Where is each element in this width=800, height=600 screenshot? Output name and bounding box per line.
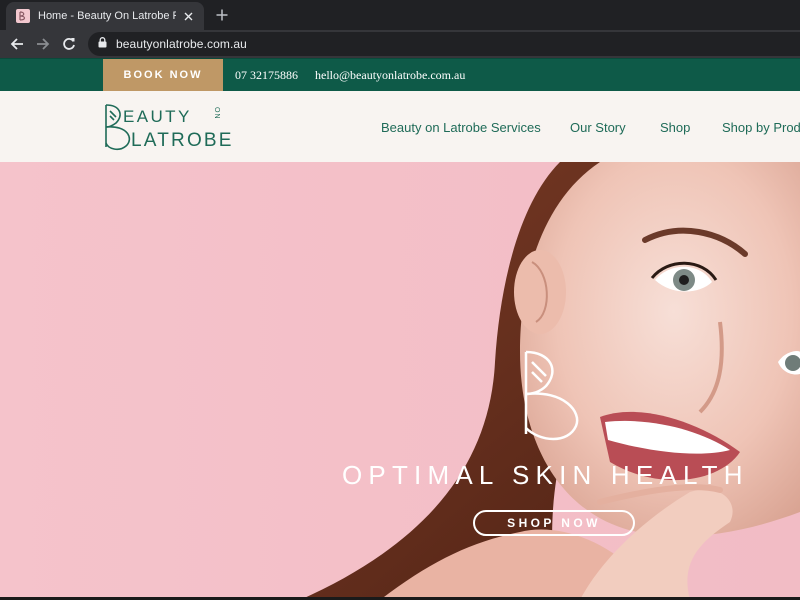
url-text: beautyonlatrobe.com.au xyxy=(116,37,247,51)
site-logo[interactable]: EAUTY ON LATROBE xyxy=(104,103,249,151)
reload-icon[interactable] xyxy=(56,31,82,57)
logo-on-text: ON xyxy=(213,107,220,120)
email-link[interactable]: hello@beautyonlatrobe.com.au xyxy=(315,68,465,83)
top-contact-bar: BOOK NOW 07 32175886 hello@beautyonlatro… xyxy=(0,58,800,91)
browser-toolbar: beautyonlatrobe.com.au xyxy=(0,30,800,58)
favicon-icon xyxy=(16,9,30,23)
shop-now-button[interactable]: SHOP NOW xyxy=(473,510,635,536)
browser-tab-strip: Home - Beauty On Latrobe Paddi xyxy=(0,0,800,30)
hero-headline: OPTIMAL SKIN HEALTH xyxy=(342,460,749,490)
close-icon[interactable] xyxy=(180,8,196,24)
hero-photo xyxy=(0,162,800,600)
tab-title: Home - Beauty On Latrobe Paddi xyxy=(38,10,176,22)
logo-line2: LATROBE xyxy=(131,130,234,151)
nav-item-our-story[interactable]: Our Story xyxy=(570,120,626,135)
book-now-button[interactable]: BOOK NOW xyxy=(103,59,223,91)
nav-item-services[interactable]: Beauty on Latrobe Services xyxy=(381,120,541,135)
nav-item-shop[interactable]: Shop xyxy=(660,120,690,135)
logo-line1: EAUTY xyxy=(123,107,192,126)
lock-icon xyxy=(98,35,107,53)
hero-banner: OPTIMAL SKIN HEALTH SHOP NOW xyxy=(0,162,800,600)
back-arrow-icon[interactable] xyxy=(4,31,30,57)
address-bar[interactable]: beautyonlatrobe.com.au xyxy=(88,32,800,56)
browser-tab[interactable]: Home - Beauty On Latrobe Paddi xyxy=(6,2,204,30)
phone-link[interactable]: 07 32175886 xyxy=(235,68,298,83)
site-header: EAUTY ON LATROBE Beauty on Latrobe Servi… xyxy=(0,91,800,162)
hero-b-logo xyxy=(524,350,579,441)
new-tab-icon[interactable] xyxy=(212,6,232,24)
nav-item-shop-by-product[interactable]: Shop by Produ xyxy=(722,120,800,135)
forward-arrow-icon[interactable] xyxy=(30,31,56,57)
